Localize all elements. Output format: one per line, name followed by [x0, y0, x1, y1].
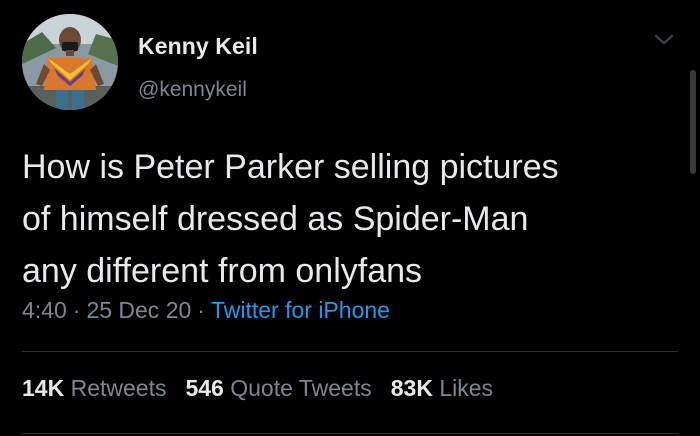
tweet-text-line: How is Peter Parker selling pictures [22, 148, 559, 186]
avatar[interactable] [22, 14, 118, 110]
stat-count: 546 [185, 375, 224, 401]
tweet-card: Kenny Keil @kennykeil How is Peter Parke… [0, 0, 700, 436]
author-handle[interactable]: @kennykeil [138, 78, 247, 102]
author-name[interactable]: Kenny Keil [138, 33, 258, 60]
stat-count: 14K [22, 375, 65, 401]
engagement-stats: 14K Retweets 546 Quote Tweets 83K Likes [22, 375, 512, 402]
tweet-text-line: of himself dressed as Spider-Man [22, 200, 529, 238]
chevron-down-icon[interactable] [652, 29, 676, 49]
stat-label: Retweets [70, 375, 167, 401]
stat-label: Quote Tweets [230, 375, 372, 401]
tweet-time[interactable]: 4:40 [22, 297, 67, 323]
meta-separator: · [72, 297, 81, 323]
retweets-stat[interactable]: 14K Retweets [22, 375, 166, 402]
meta-separator: · [197, 297, 205, 323]
tweet-meta: 4:40 · 25 Dec 20 · Twitter for iPhone [22, 297, 390, 324]
tweet-text-line: any different from onlyfans [22, 252, 423, 290]
stat-label: Likes [439, 375, 494, 401]
divider [22, 351, 678, 352]
likes-stat[interactable]: 83K Likes [391, 375, 493, 402]
stat-count: 83K [390, 375, 433, 401]
tweet-text: How is Peter Parker selling pictures of h… [22, 141, 672, 297]
scrollbar[interactable] [690, 70, 696, 174]
avatar-photo-icon [22, 14, 118, 110]
tweet-source-link[interactable]: Twitter for iPhone [211, 297, 390, 323]
divider [22, 433, 678, 434]
tweet-date[interactable]: 25 Dec 20 [86, 297, 191, 323]
quote-tweets-stat[interactable]: 546 Quote Tweets [185, 375, 371, 402]
